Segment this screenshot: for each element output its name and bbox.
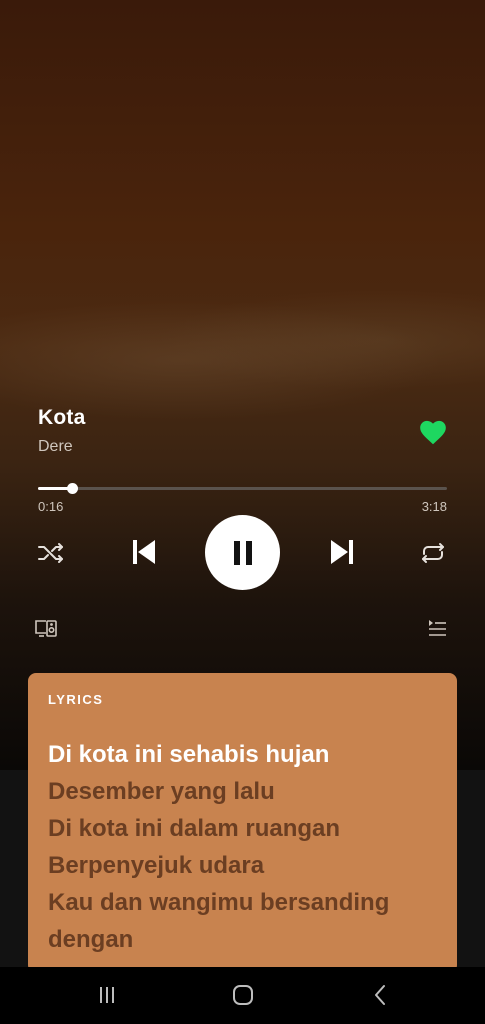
queue-icon (429, 620, 446, 636)
lyric-line: Di kota ini sehabis hujan (48, 741, 330, 768)
repeat-button[interactable] (418, 538, 448, 568)
lyric-line: Kau dan wangimu bersanding (48, 889, 390, 916)
lyrics-header: LYRICS (48, 692, 104, 707)
pause-icon (233, 540, 252, 565)
skip-previous-icon (133, 540, 155, 564)
system-navigation-bar (0, 967, 485, 1024)
shuffle-button[interactable] (36, 538, 66, 568)
track-info: Kota Dere (38, 406, 85, 456)
recents-icon (100, 987, 114, 1003)
home-icon (233, 985, 253, 1005)
devices-icon (35, 620, 57, 637)
lyric-line: Di kota ini dalam ruangan (48, 815, 341, 842)
total-duration: 3:18 (421, 499, 447, 514)
queue-button[interactable] (426, 617, 448, 639)
connect-devices-button[interactable] (33, 617, 59, 639)
next-button[interactable] (326, 535, 358, 569)
elapsed-time: 0:16 (38, 499, 64, 514)
previous-button[interactable] (128, 535, 160, 569)
track-artist[interactable]: Dere (38, 438, 85, 456)
album-art-background (0, 0, 485, 770)
repeat-icon (422, 543, 444, 563)
track-title[interactable]: Kota (38, 406, 85, 430)
progress-bar[interactable] (38, 483, 447, 494)
lyrics-lines: Di kota ini sehabis hujan Desember yang l… (48, 736, 443, 958)
skip-next-icon (331, 540, 353, 564)
lyrics-card[interactable]: LYRICS Di kota ini sehabis hujan Desember… (28, 673, 457, 973)
shuffle-icon (38, 543, 63, 563)
lyric-line: Berpenyejuk udara (48, 852, 265, 879)
back-icon (375, 985, 385, 1005)
recents-button[interactable] (92, 981, 122, 1009)
home-button[interactable] (229, 981, 257, 1009)
lyric-line: dengan (48, 926, 134, 953)
pause-button[interactable] (205, 515, 280, 590)
like-heart-icon[interactable] (419, 419, 447, 445)
back-button[interactable] (366, 981, 394, 1009)
lyric-line: Desember yang lalu (48, 778, 275, 805)
